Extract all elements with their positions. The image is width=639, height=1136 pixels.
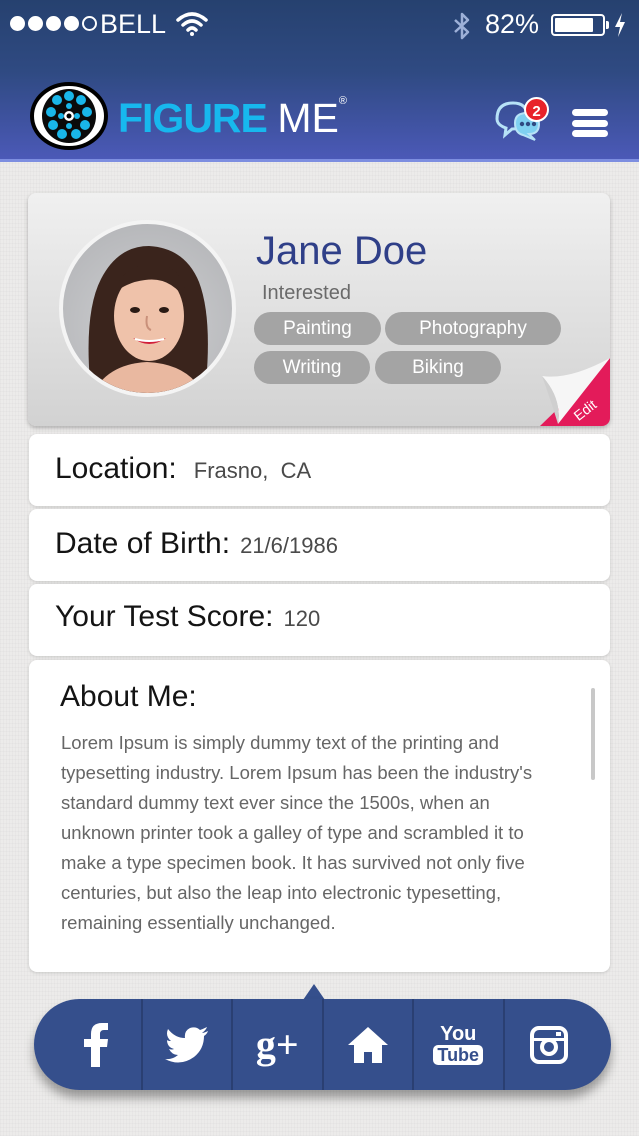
- dob-label: Date of Birth:: [55, 527, 231, 560]
- social-bar: g+ You Tube: [34, 999, 611, 1090]
- social-bar-pointer: [303, 984, 325, 1000]
- google-plus-button[interactable]: g+: [233, 999, 324, 1090]
- youtube-icon: You Tube: [433, 1023, 484, 1065]
- about-scrollbar[interactable]: [591, 688, 595, 780]
- interest-tag-photography[interactable]: Photography: [385, 312, 561, 345]
- test-score-row: Your Test Score: 120: [29, 584, 610, 656]
- interest-tag-biking[interactable]: Biking: [375, 351, 501, 384]
- date-of-birth-row: Date of Birth: 21/6/1986: [29, 509, 610, 581]
- interest-tag-writing[interactable]: Writing: [254, 351, 370, 384]
- youtube-tube: Tube: [433, 1045, 484, 1065]
- profile-photo: [88, 246, 208, 393]
- brand-figure: FIGURE: [118, 95, 268, 141]
- dob-value: 21/6/1986: [240, 533, 338, 558]
- profile-card: Jane Doe Interested Painting Photography…: [28, 193, 610, 426]
- instagram-button[interactable]: [505, 999, 612, 1090]
- notification-badge: 2: [524, 97, 549, 122]
- app-header: BELL 82% FIGURE ME® 2: [0, 0, 639, 162]
- brand-wordmark: FIGURE ME®: [118, 95, 347, 142]
- instagram-icon: [529, 1025, 568, 1064]
- charging-bolt-icon: [615, 13, 625, 37]
- location-row: Location: Frasno, CA: [29, 434, 610, 506]
- bluetooth-icon: [454, 12, 470, 40]
- carrier-name: BELL: [100, 9, 167, 39]
- about-me-card[interactable]: About Me: Lorem Ipsum is simply dummy te…: [29, 660, 610, 972]
- score-label: Your Test Score:: [55, 600, 274, 633]
- interested-label: Interested: [262, 282, 351, 304]
- twitter-icon: [164, 1026, 208, 1063]
- battery-tip: [606, 21, 609, 29]
- status-bar: BELL 82%: [0, 0, 639, 52]
- hamburger-menu-icon[interactable]: [572, 109, 608, 137]
- edit-profile-button[interactable]: Edit: [540, 358, 610, 426]
- figure-me-logo-icon: [30, 82, 108, 150]
- home-button[interactable]: [324, 999, 414, 1090]
- wifi-icon: [176, 12, 208, 36]
- about-me-title: About Me:: [60, 680, 197, 713]
- location-value: Frasno, CA: [193, 458, 312, 483]
- home-icon: [347, 1026, 388, 1063]
- page-curl-icon: Edit: [540, 358, 610, 426]
- location-label: Location:: [55, 452, 177, 485]
- facebook-button[interactable]: [34, 999, 143, 1090]
- brand-me: ME: [277, 95, 339, 141]
- profile-name: Jane Doe: [256, 229, 428, 273]
- avatar[interactable]: [59, 220, 236, 397]
- youtube-you: You: [440, 1023, 477, 1045]
- youtube-button[interactable]: You Tube: [414, 999, 505, 1090]
- google-plus-icon: g+: [255, 1022, 299, 1067]
- brand-registered-mark: ®: [338, 95, 347, 107]
- battery-icon: [551, 14, 605, 36]
- battery-percentage: 82%: [485, 9, 540, 39]
- signal-strength-icon: [10, 16, 97, 31]
- twitter-button[interactable]: [143, 999, 233, 1090]
- interest-tag-painting[interactable]: Painting: [254, 312, 381, 345]
- facebook-icon: [84, 1022, 109, 1067]
- about-me-text: Lorem Ipsum is simply dummy text of the …: [61, 732, 533, 933]
- score-value: 120: [283, 606, 321, 631]
